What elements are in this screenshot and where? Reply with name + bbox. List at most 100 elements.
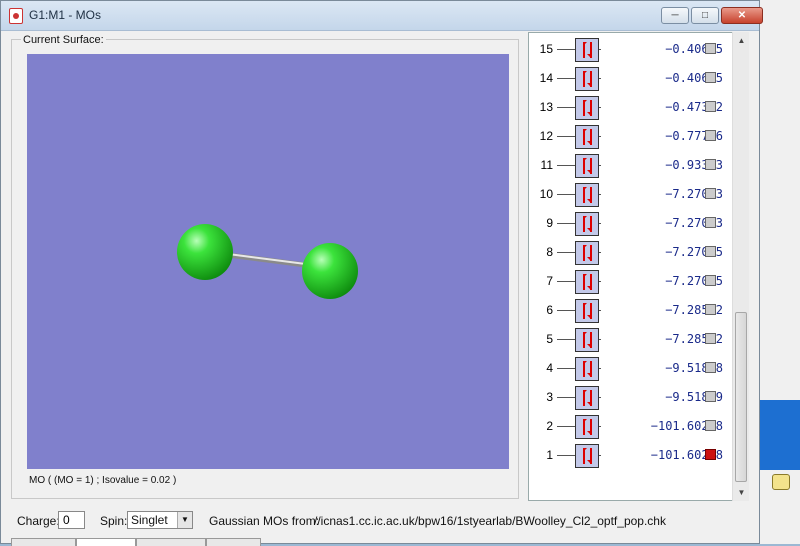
mo-surface-checkbox[interactable] (705, 246, 716, 257)
spin-down-arrow-icon (590, 361, 592, 377)
spin-up-arrow-icon (583, 71, 586, 87)
mo-surface-checkbox[interactable] (705, 130, 716, 141)
mo-surface-checkbox[interactable] (705, 333, 716, 344)
spin-down-arrow-icon (590, 390, 592, 406)
mo-surface-checkbox[interactable] (705, 72, 716, 83)
tray-tool-icon[interactable] (772, 474, 790, 490)
mo-number: 6 (546, 303, 553, 317)
spin-down-arrow-icon (590, 274, 592, 290)
mo-number: 2 (546, 419, 553, 433)
mo-surface-checkbox[interactable] (705, 391, 716, 402)
spin-up-arrow-icon (583, 42, 586, 58)
mo-number: 12 (539, 129, 553, 143)
mo-surface-checkbox[interactable] (705, 275, 716, 286)
mo-surface-checkbox[interactable] (705, 217, 716, 228)
spin-value: Singlet (131, 513, 168, 527)
background-desktop (760, 0, 800, 544)
minimize-icon: ─ (671, 10, 679, 21)
electron-pair-icon[interactable] (575, 125, 599, 149)
mo-window: G1:M1 - MOs ─ □ ✕ Current Surface: MO (… (0, 0, 763, 546)
spin-up-arrow-icon (583, 158, 586, 174)
source-path: //icnas1.cc.ic.ac.uk/bpw16/1styearlab/BW… (314, 514, 666, 528)
mo-number: 11 (540, 158, 553, 172)
spin-up-arrow-icon (583, 303, 586, 319)
spin-label: Spin: (100, 514, 128, 528)
electron-pair-icon[interactable] (575, 328, 599, 352)
mo-number: 9 (546, 216, 553, 230)
spin-down-arrow-icon (590, 245, 592, 261)
electron-pair-icon[interactable] (575, 212, 599, 236)
mo-surface-checkbox[interactable] (705, 159, 716, 170)
mo-surface-checkbox-selected[interactable] (705, 449, 716, 460)
title-bar[interactable]: G1:M1 - MOs ─ □ ✕ (1, 1, 763, 31)
mo-number: 14 (539, 71, 553, 85)
bottom-controls: Charge: Spin: Singlet ▼ Gaussian MOs fro… (1, 509, 759, 535)
surface-label: Current Surface: (21, 34, 106, 46)
electron-pair-icon[interactable] (575, 270, 599, 294)
spin-up-arrow-icon (583, 216, 586, 232)
spin-down-arrow-icon (590, 448, 592, 464)
electron-pair-icon[interactable] (575, 357, 599, 381)
mo-number: 8 (546, 245, 553, 259)
spin-up-arrow-icon (583, 419, 586, 435)
tab-3[interactable] (136, 538, 206, 546)
electron-pair-icon[interactable] (575, 241, 599, 265)
electron-pair-icon[interactable] (575, 386, 599, 410)
mo-number: 1 (546, 448, 553, 462)
mo-surface-checkbox[interactable] (705, 304, 716, 315)
mo-surface-checkbox[interactable] (705, 420, 716, 431)
tab-2[interactable] (76, 538, 136, 546)
spin-down-arrow-icon (590, 100, 592, 116)
scroll-up-button[interactable]: ▲ (733, 32, 750, 49)
spin-up-arrow-icon (583, 361, 586, 377)
spin-up-arrow-icon (583, 332, 586, 348)
spin-up-arrow-icon (583, 129, 586, 145)
minimize-button[interactable]: ─ (661, 7, 689, 24)
electron-pair-icon[interactable] (575, 444, 599, 468)
mo-surface-checkbox[interactable] (705, 188, 716, 199)
mo-surface-checkbox[interactable] (705, 43, 716, 54)
mo-surface-checkbox[interactable] (705, 362, 716, 373)
spin-down-arrow-icon (590, 42, 592, 58)
mo-surface-checkbox[interactable] (705, 101, 716, 112)
spin-down-arrow-icon (590, 216, 592, 232)
window-title: G1:M1 - MOs (29, 8, 102, 22)
scroll-down-button[interactable]: ▼ (733, 484, 750, 501)
maximize-icon: □ (701, 10, 709, 21)
spin-down-arrow-icon (590, 187, 592, 203)
app-icon (9, 8, 23, 24)
mo-number: 7 (546, 274, 553, 288)
electron-pair-icon[interactable] (575, 67, 599, 91)
electron-pair-icon[interactable] (575, 154, 599, 178)
scroll-thumb[interactable] (735, 312, 747, 482)
electron-pair-icon[interactable] (575, 96, 599, 120)
background-window-strip (760, 400, 800, 470)
spin-up-arrow-icon (583, 187, 586, 203)
maximize-button[interactable]: □ (691, 7, 719, 24)
charge-input[interactable] (58, 511, 85, 529)
tab-4[interactable] (206, 538, 261, 546)
spin-up-arrow-icon (583, 274, 586, 290)
chevron-down-icon[interactable]: ▼ (177, 512, 192, 528)
spin-down-arrow-icon (590, 158, 592, 174)
electron-pair-icon[interactable] (575, 299, 599, 323)
molecule-viewer[interactable] (27, 54, 509, 469)
electron-pair-icon[interactable] (575, 415, 599, 439)
electron-pair-icon[interactable] (575, 183, 599, 207)
molecule-view (177, 224, 358, 299)
spin-up-arrow-icon (583, 100, 586, 116)
mo-number: 10 (539, 187, 553, 201)
source-label: Gaussian MOs from: (209, 514, 320, 528)
close-button[interactable]: ✕ (721, 7, 763, 24)
spin-up-arrow-icon (583, 245, 586, 261)
spin-select[interactable]: Singlet ▼ (127, 511, 193, 529)
atom-cl-1[interactable] (177, 224, 233, 280)
electron-pair-icon[interactable] (575, 38, 599, 62)
mo-number: 3 (546, 390, 553, 404)
tab-1[interactable] (11, 538, 76, 546)
charge-label: Charge: (17, 514, 60, 528)
atom-cl-2[interactable] (302, 243, 358, 299)
spin-down-arrow-icon (590, 332, 592, 348)
spin-up-arrow-icon (583, 390, 586, 406)
mo-scrollbar[interactable]: ▲ ▼ (732, 32, 749, 501)
